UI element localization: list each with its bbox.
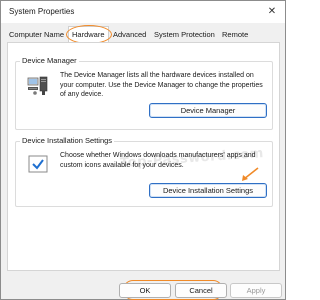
device-installation-group: Device Installation Settings Choose whet… — [15, 136, 273, 207]
hardware-tab-panel: Top-Password.com Device Manager The Devi… — [7, 42, 280, 271]
system-properties-window: System Properties ✕ Computer Name Hardwa… — [0, 0, 286, 300]
tab-remote[interactable]: Remote — [222, 28, 248, 42]
title-bar: System Properties ✕ — [1, 1, 285, 23]
tab-computer-name[interactable]: Computer Name — [9, 28, 64, 42]
tab-strip: Computer Name Hardware Advanced System P… — [7, 26, 283, 43]
checkbox-icon — [28, 155, 48, 173]
cancel-button[interactable]: Cancel — [175, 283, 227, 298]
arrow-icon — [238, 167, 260, 183]
device-manager-group-title: Device Manager — [20, 56, 79, 65]
device-installation-settings-button[interactable]: Device Installation Settings — [149, 183, 267, 198]
device-manager-description: The Device Manager lists all the hardwar… — [60, 72, 263, 98]
device-manager-group: Device Manager The Device Manager lists … — [15, 56, 273, 130]
device-installation-group-title: Device Installation Settings — [20, 136, 115, 145]
device-manager-icon — [27, 76, 51, 96]
device-manager-button[interactable]: Device Manager — [149, 103, 267, 118]
tab-system-protection[interactable]: System Protection — [154, 28, 215, 42]
window-title: System Properties — [9, 7, 75, 16]
apply-button[interactable]: Apply — [230, 283, 282, 298]
ok-button[interactable]: OK — [119, 283, 171, 298]
tab-advanced[interactable]: Advanced — [113, 28, 146, 42]
close-icon[interactable]: ✕ — [259, 1, 285, 23]
